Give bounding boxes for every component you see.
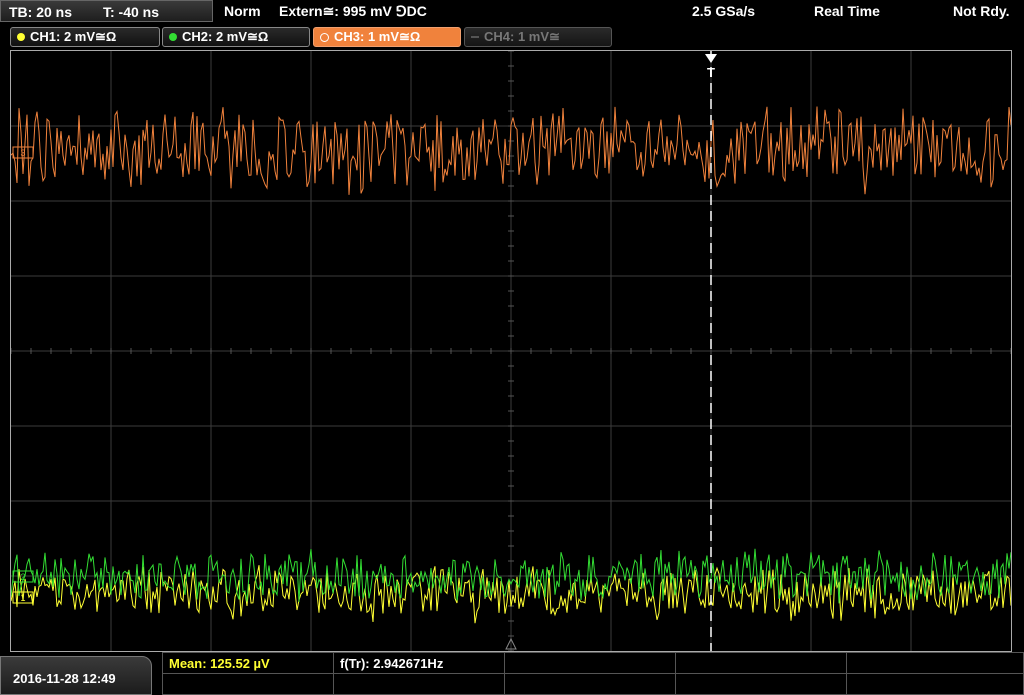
channel-4-label: CH4: 1 mV≅ [484, 29, 560, 44]
ch3-dot-icon [320, 32, 329, 42]
measurement-table[interactable]: Mean: 125.52 µV f(Tr): 2.942671Hz [162, 652, 1024, 695]
channel-3-label: CH3: 1 mV≅Ω [334, 29, 421, 44]
trigger-arrow-icon [705, 54, 717, 63]
channel-1-button[interactable]: CH1: 2 mV≅Ω [10, 27, 160, 47]
svg-text:2: 2 [20, 572, 25, 582]
trigger-offset-label: T: -40 ns [103, 4, 160, 20]
trigger-source[interactable]: Extern≅: 995 mV ⅁DC [279, 3, 427, 20]
channel-2-label: CH2: 2 mV≅Ω [182, 29, 269, 44]
acquisition-mode: Real Time [814, 3, 880, 19]
measurement-empty-cell[interactable] [675, 652, 847, 674]
measurement-empty-cell[interactable] [846, 673, 1024, 695]
timebase-panel[interactable]: TB: 20 ns T: -40 ns [0, 0, 213, 22]
waveform-svg: T 3 2 1 [11, 51, 1011, 651]
trigger-marker-label: T [707, 65, 715, 80]
sample-rate: 2.5 GSa/s [692, 3, 756, 19]
graticule [11, 51, 1011, 651]
measurement-empty-cell[interactable] [504, 652, 676, 674]
datetime-label: 2016-11-28 12:49 [13, 671, 116, 686]
svg-text:1: 1 [20, 593, 25, 603]
measurement-mean: Mean: 125.52 µV [169, 656, 270, 671]
trigger-mode[interactable]: Norm [224, 3, 261, 19]
measurement-empty-cell[interactable] [846, 652, 1024, 674]
footer-bar: 2016-11-28 12:49 Mean: 125.52 µV f(Tr): … [0, 652, 1024, 695]
measurement-empty-cell[interactable] [162, 673, 334, 695]
measurement-empty-cell[interactable] [333, 673, 505, 695]
channel-4-button[interactable]: CH4: 1 mV≅ [464, 27, 612, 47]
channel-3-button[interactable]: CH3: 1 mV≅Ω [313, 27, 461, 47]
measurement-freq-cell[interactable]: f(Tr): 2.942671Hz [333, 652, 505, 674]
measurement-mean-cell[interactable]: Mean: 125.52 µV [162, 652, 334, 674]
measurement-empty-cell[interactable] [504, 673, 676, 695]
timebase-label: TB: 20 ns [9, 4, 73, 20]
svg-text:3: 3 [20, 148, 25, 158]
ch1-dot-icon [17, 33, 25, 41]
ch4-dash-icon [471, 36, 479, 38]
ch3-offset-marker[interactable]: 3 [12, 146, 34, 159]
measurement-empty-cell[interactable] [675, 673, 847, 695]
channel-1-label: CH1: 2 mV≅Ω [30, 29, 117, 44]
channel-bar: CH1: 2 mV≅Ω CH2: 2 mV≅Ω CH3: 1 mV≅Ω CH4:… [0, 24, 1024, 50]
measurement-freq: f(Tr): 2.942671Hz [340, 656, 444, 671]
ch2-dot-icon [169, 33, 177, 41]
status-bar: TB: 20 ns T: -40 ns Norm Extern≅: 995 mV… [0, 0, 1024, 24]
datetime-panel: 2016-11-28 12:49 [0, 656, 152, 695]
channel-2-button[interactable]: CH2: 2 mV≅Ω [162, 27, 310, 47]
ready-status: Not Rdy. [953, 3, 1010, 19]
waveform-display[interactable]: T 3 2 1 [10, 50, 1012, 652]
